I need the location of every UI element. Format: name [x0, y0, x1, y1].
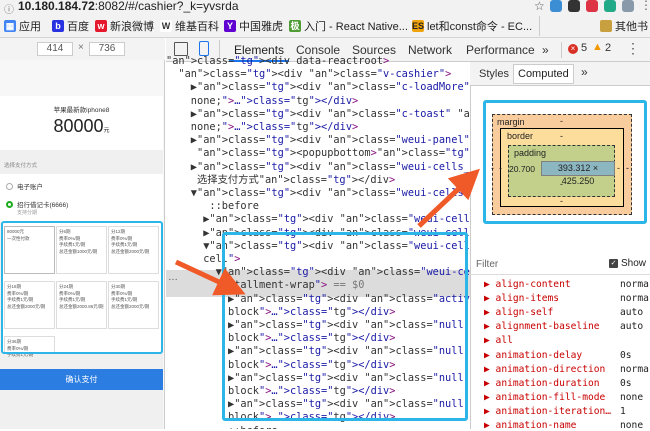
annotation-arrows: [174, 168, 480, 296]
arrow-icon: [174, 259, 246, 296]
arrow-icon: [417, 168, 480, 228]
